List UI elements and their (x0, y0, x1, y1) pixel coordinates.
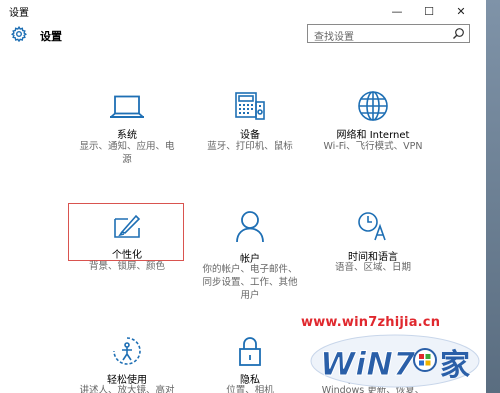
tile-desc: 讲述人、放大镜、高对 (79, 385, 175, 393)
watermark-logo: WiN7 家 (310, 331, 480, 393)
tile-desc: 源 (122, 154, 132, 165)
page-title: 设置 (40, 30, 62, 43)
tile-desc: 显示、通知、应用、电 (79, 141, 175, 152)
tile-title: 设备 (240, 130, 260, 141)
tile-ease-of-access[interactable]: 轻松使用 讲述人、放大镜、高对 (57, 330, 197, 393)
ease-of-access-icon (113, 337, 141, 365)
title-bar: 设置 — ☐ ✕ (0, 0, 486, 22)
maximize-button[interactable]: ☐ (414, 0, 444, 22)
tile-desc: 你的帐户、电子邮件、 (202, 264, 298, 275)
close-button[interactable]: ✕ (446, 0, 476, 22)
close-icon: ✕ (456, 4, 466, 18)
tile-title: 个性化 (112, 250, 142, 261)
laptop-icon (110, 95, 144, 118)
search-icon (453, 28, 464, 39)
watermark: www.win7zhijia.cn WiN7 家 (295, 313, 486, 393)
tile-personalization[interactable]: 个性化 背景、锁屏、颜色 (57, 203, 197, 273)
watermark-url: www.win7zhijia.cn (301, 315, 441, 330)
search-placeholder: 查找设置 (314, 32, 354, 43)
settings-window: 设置 — ☐ ✕ 设置 查找设置 系统 显示、通知、应用、电 源 设备 蓝牙、打… (0, 0, 486, 393)
tile-desc: 背景、锁屏、颜色 (88, 261, 165, 272)
tile-title: 网络和 Internet (336, 130, 410, 141)
svg-text:WiN7: WiN7 (320, 345, 416, 383)
tile-desc: 语音、区域、日期 (334, 262, 411, 273)
globe-icon (358, 91, 388, 121)
devices-icon (235, 92, 265, 120)
person-icon (236, 211, 264, 243)
svg-text:家: 家 (440, 348, 470, 383)
tile-desc: 用户 (240, 290, 260, 301)
tile-devices[interactable]: 设备 蓝牙、打印机、鼠标 (180, 85, 320, 165)
minimize-icon: — (391, 4, 403, 18)
tile-time-language[interactable]: 时间和语言 语音、区域、日期 (303, 203, 443, 273)
minimize-button[interactable]: — (382, 0, 412, 22)
maximize-icon: ☐ (424, 4, 434, 18)
tile-accounts[interactable]: 帐户 你的帐户、电子邮件、 同步设置、工作、其他 用户 (180, 203, 320, 301)
tile-title: 系统 (117, 130, 137, 141)
tile-desc: Wi-Fi、飞行模式、VPN (323, 141, 423, 152)
time-language-icon (358, 212, 386, 241)
gear-icon (11, 26, 27, 42)
window-title: 设置 (9, 8, 29, 19)
tile-desc: 同步设置、工作、其他 (202, 277, 298, 288)
tile-network[interactable]: 网络和 Internet Wi-Fi、飞行模式、VPN (303, 85, 443, 165)
search-input[interactable]: 查找设置 (307, 24, 470, 43)
win7-logo-icon: WiN7 家 (310, 334, 480, 388)
lock-icon (239, 337, 261, 366)
tile-desc: 蓝牙、打印机、鼠标 (207, 141, 293, 152)
personalization-icon (114, 214, 141, 238)
tile-system[interactable]: 系统 显示、通知、应用、电 源 (57, 85, 197, 165)
desktop-background-edge (486, 0, 500, 393)
